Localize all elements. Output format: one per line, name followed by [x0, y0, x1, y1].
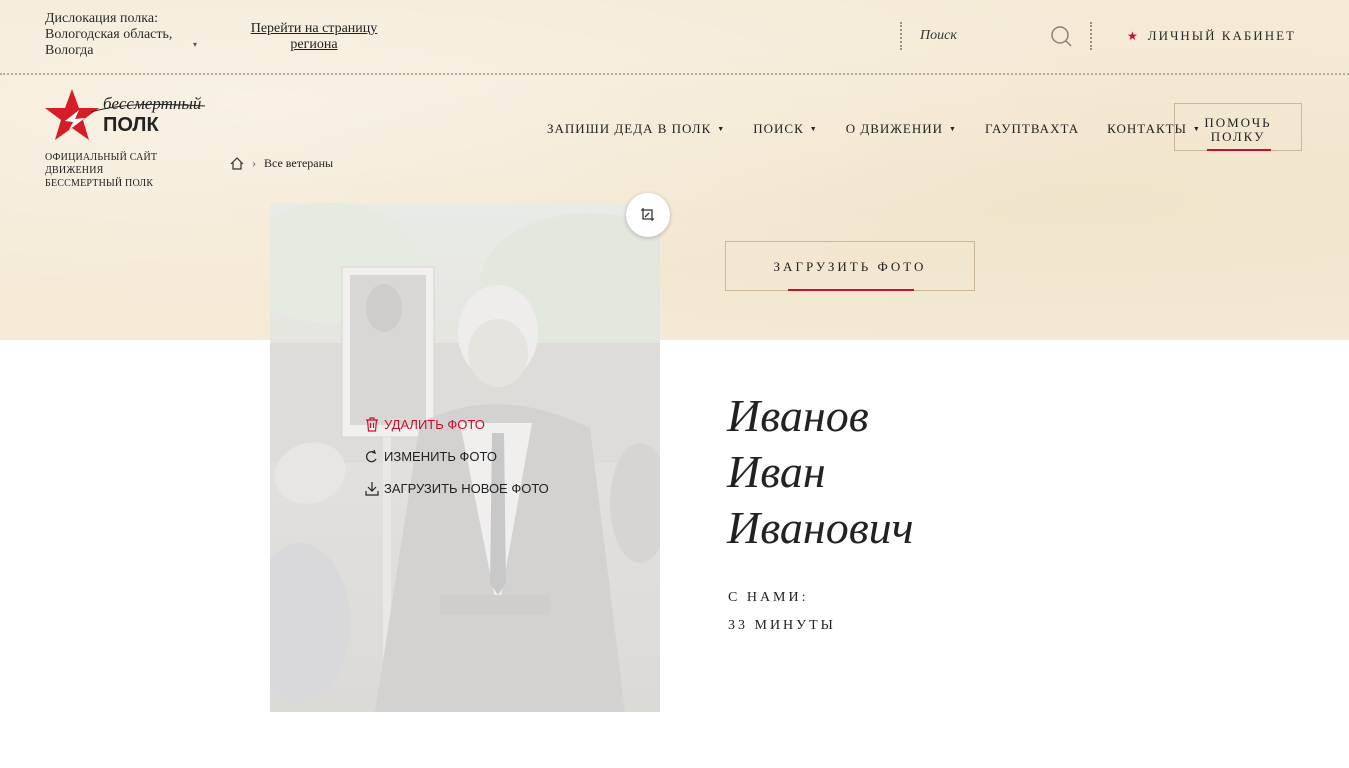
nav-label: ГАУПТВАХТА	[984, 121, 1080, 136]
nav-item-record[interactable]: ЗАПИШИ ДЕДА В ПОЛК ▼	[547, 121, 725, 137]
logo-subtitle-line1: ОФИЦИАЛЬНЫЙ САЙТ ДВИЖЕНИЯ	[45, 152, 158, 176]
veteran-name: Иванов Иван Иванович	[727, 388, 1227, 556]
caret-down-icon: ▼	[949, 125, 957, 133]
refresh-icon	[366, 449, 377, 462]
nav-label: ПОИСК	[753, 121, 804, 136]
with-us-label: С НАМИ:	[728, 590, 809, 605]
search-bar	[900, 22, 1092, 50]
upload-photo-button[interactable]: ЗАГРУЗИТЬ ФОТО	[725, 241, 975, 291]
home-icon[interactable]	[230, 157, 244, 170]
veteran-patronymic: Иванович	[727, 502, 914, 553]
download-icon	[365, 481, 379, 496]
nav-label: О ДВИЖЕНИИ	[845, 121, 944, 136]
main-nav: ЗАПИШИ ДЕДА В ПОЛК ▼ ПОИСК ▼ О ДВИЖЕНИИ ▼ Г…	[547, 121, 1229, 137]
crop-icon	[641, 208, 654, 221]
delete-photo-button[interactable]: УДАЛИТЬ ФОТО	[365, 416, 549, 432]
logo[interactable]: бессмертный ПОЛК	[45, 88, 210, 148]
veteran-last-name: Иванов	[727, 390, 869, 441]
personal-cabinet-link[interactable]: ★ ЛИЧНЫЙ КАБИНЕТ	[1127, 28, 1296, 44]
help-regiment-button[interactable]: ПОМОЧЬ ПОЛКУ	[1174, 103, 1302, 151]
logo-subtitle-line2: БЕССМЕРТНЫЙ ПОЛК	[45, 178, 154, 189]
location-label: Дислокация полка:	[45, 11, 158, 26]
header-divider	[0, 73, 1349, 75]
regiment-location[interactable]: Дислокация полка: Вологодская область, В…	[45, 11, 215, 59]
help-button-line2: ПОЛКУ	[1210, 129, 1266, 144]
search-input[interactable]	[920, 25, 1040, 47]
nav-label: ЗАПИШИ ДЕДА В ПОЛК	[547, 121, 712, 136]
upload-photo-label: ЗАГРУЗИТЬ ФОТО	[773, 259, 927, 274]
with-us-info: С НАМИ: 33 МИНУТЫ	[728, 584, 836, 640]
breadcrumb-separator-icon: ›	[252, 156, 256, 170]
trash-icon	[366, 416, 378, 432]
button-accent-line	[1207, 149, 1271, 151]
breadcrumb-current[interactable]: Все ветераны	[264, 156, 333, 171]
veteran-first-name: Иван	[727, 446, 826, 497]
nav-item-about[interactable]: О ДВИЖЕНИИ ▼	[846, 121, 957, 137]
change-photo-label: ИЗМЕНИТЬ ФОТО	[384, 448, 497, 464]
help-button-line1: ПОМОЧЬ	[1204, 115, 1272, 130]
nav-item-guardhouse[interactable]: ГАУПТВАХТА	[985, 121, 1079, 137]
logo-subtitle: ОФИЦИАЛЬНЫЙ САЙТ ДВИЖЕНИЯ БЕССМЕРТНЫЙ ПО…	[45, 151, 215, 190]
caret-down-icon: ▼	[717, 125, 726, 133]
logo-title: ПОЛК	[103, 114, 159, 136]
logo-title-script: бессмертный	[103, 94, 202, 113]
location-value: Вологодская область, Вологда	[45, 27, 173, 58]
breadcrumb: › Все ветераны	[230, 156, 333, 171]
with-us-value: 33 МИНУТЫ	[728, 618, 836, 633]
delete-photo-label: УДАЛИТЬ ФОТО	[384, 416, 485, 432]
change-photo-button[interactable]: ИЗМЕНИТЬ ФОТО	[365, 448, 549, 464]
upload-new-photo-button[interactable]: ЗАГРУЗИТЬ НОВОЕ ФОТО	[365, 480, 549, 496]
chevron-down-icon: ▾	[193, 40, 198, 49]
search-icon[interactable]	[1050, 25, 1072, 47]
cabinet-label: ЛИЧНЫЙ КАБИНЕТ	[1147, 28, 1296, 43]
button-accent-line	[788, 289, 914, 291]
crop-photo-button[interactable]	[626, 193, 670, 237]
region-page-link[interactable]: Перейти на страницу региона	[240, 21, 388, 53]
upload-new-photo-label: ЗАГРУЗИТЬ НОВОЕ ФОТО	[384, 480, 549, 496]
photo-actions-menu: УДАЛИТЬ ФОТО ИЗМЕНИТЬ ФОТО ЗАГРУЗИТЬ НОВ…	[365, 416, 549, 512]
star-icon: ★	[1127, 29, 1140, 43]
caret-down-icon: ▼	[809, 125, 818, 133]
nav-item-search[interactable]: ПОИСК ▼	[753, 121, 817, 137]
